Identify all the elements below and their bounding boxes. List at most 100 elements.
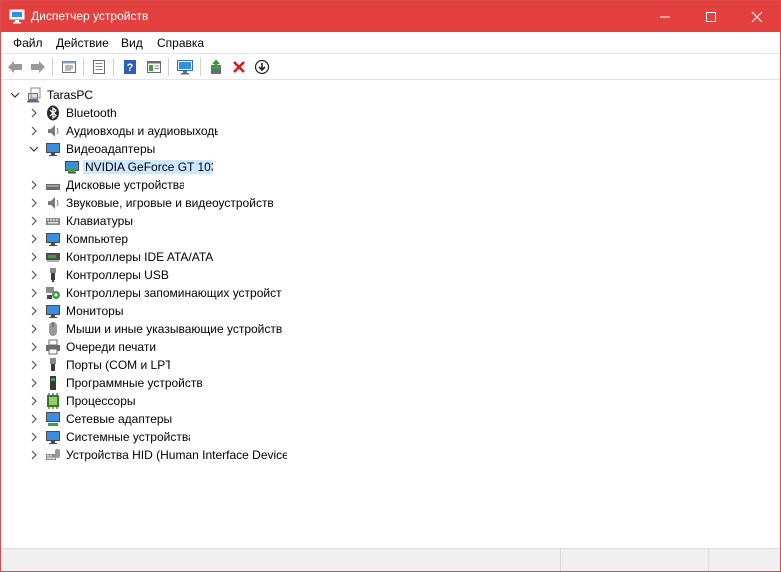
tree-item-network-adapters[interactable]: Сетевые адаптеры: [1, 410, 301, 428]
tree-item-bluetooth[interactable]: Bluetooth: [1, 104, 301, 122]
tree-item-computer[interactable]: Компьютер: [1, 230, 301, 248]
properties-button[interactable]: [59, 57, 79, 77]
tree-root[interactable]: TarasPC: [1, 86, 201, 104]
monitor-icon: [45, 303, 61, 319]
tree-item-keyboards[interactable]: Клавиатуры: [1, 212, 301, 230]
tree-item-label: Мониторы: [66, 304, 124, 318]
chevron-right-icon[interactable]: [28, 323, 40, 335]
tree-item-label: Сетевые адаптеры: [66, 412, 173, 426]
tree-root-label: TarasPC: [47, 88, 94, 102]
tree-item-mice[interactable]: Мыши и иные указывающие устройств: [1, 320, 301, 338]
printer-icon: [45, 339, 61, 355]
storage-controller-icon: [45, 285, 61, 301]
tree-item-label: Программные устройств: [66, 376, 203, 390]
toolbar: ?: [1, 54, 780, 80]
menu-file[interactable]: Файл: [13, 36, 43, 50]
chevron-right-icon[interactable]: [28, 233, 40, 245]
tree-item-sound-game-video[interactable]: Звуковые, игровые и видеоустройств: [1, 194, 301, 212]
tree-item-ide-controllers[interactable]: Контроллеры IDE ATA/ATA: [1, 248, 301, 266]
back-arrow-icon: [8, 61, 22, 73]
toolbar-separator: [52, 58, 53, 76]
tree-item-label: Видеоадаптеры: [66, 142, 156, 156]
scan-hardware-button[interactable]: [175, 57, 195, 77]
chevron-right-icon[interactable]: [28, 287, 40, 299]
tree-item-label: Контроллеры USB: [66, 268, 169, 282]
menu-action[interactable]: Действие: [56, 36, 109, 50]
menu-help[interactable]: Справка: [157, 36, 204, 50]
chevron-right-icon[interactable]: [28, 305, 40, 317]
system-device-icon: [45, 429, 61, 445]
sound-device-icon: [45, 195, 61, 211]
tree-item-nvidia-geforce[interactable]: NVIDIA GeForce GT 1030: [1, 158, 301, 176]
device-manager-window: Диспетчер устройств Файл Действие Вид Сп…: [0, 0, 781, 572]
details-view-button[interactable]: [144, 57, 164, 77]
tree-item-label: Порты (COM и LPT: [66, 358, 170, 372]
update-driver-icon: [211, 59, 221, 74]
ide-controller-icon: [45, 249, 61, 265]
status-separator: [708, 549, 709, 571]
tree-item-monitors[interactable]: Мониторы: [1, 302, 301, 320]
chevron-right-icon[interactable]: [28, 413, 40, 425]
menu-view[interactable]: Вид: [121, 36, 143, 50]
tree-item-storage-controllers[interactable]: Контроллеры запоминающих устройст: [1, 284, 301, 302]
toolbar-separator: [83, 58, 84, 76]
chevron-right-icon[interactable]: [28, 197, 40, 209]
chevron-right-icon[interactable]: [28, 431, 40, 443]
bluetooth-icon: [45, 105, 61, 121]
maximize-icon: [706, 11, 716, 22]
chevron-right-icon[interactable]: [28, 215, 40, 227]
device-manager-app-icon: [9, 9, 25, 24]
tree-item-processors[interactable]: Процессоры: [1, 392, 301, 410]
chevron-down-icon[interactable]: [28, 143, 40, 155]
chevron-right-icon[interactable]: [28, 251, 40, 263]
chevron-right-icon[interactable]: [28, 125, 40, 137]
display-adapter-icon: [45, 141, 61, 157]
chevron-right-icon[interactable]: [28, 359, 40, 371]
help-button[interactable]: ?: [120, 57, 140, 77]
tree-item-hid[interactable]: Устройства HID (Human Interface Devices: [1, 446, 301, 464]
keyboard-icon: [45, 213, 61, 229]
tree-item-label: Процессоры: [66, 394, 136, 408]
chevron-right-icon[interactable]: [28, 107, 40, 119]
tree-item-label: Контроллеры запоминающих устройст: [66, 286, 282, 300]
close-button[interactable]: [734, 1, 780, 32]
tree-item-audio-io[interactable]: Аудиовходы и аудиовыходь: [1, 122, 301, 140]
chevron-right-icon[interactable]: [28, 395, 40, 407]
processor-icon: [45, 393, 61, 409]
tree-item-display-adapters[interactable]: Видеоадаптеры: [1, 140, 301, 158]
list-view-button[interactable]: [89, 57, 109, 77]
list-view-icon: [93, 60, 105, 74]
tree-item-usb-controllers[interactable]: Контроллеры USB: [1, 266, 301, 284]
chevron-right-icon[interactable]: [28, 341, 40, 353]
menu-bar: Файл Действие Вид Справка: [1, 32, 780, 54]
tree-item-disk-drives[interactable]: Дисковые устройства: [1, 176, 301, 194]
maximize-button[interactable]: [688, 1, 734, 32]
chevron-right-icon[interactable]: [28, 269, 40, 281]
tree-item-label: Аудиовходы и аудиовыходь: [66, 124, 218, 138]
tree-item-system-devices[interactable]: Системные устройства: [1, 428, 301, 446]
tree-item-label: Bluetooth: [66, 106, 117, 120]
update-driver-button[interactable]: [206, 57, 226, 77]
download-circle-icon: [254, 59, 270, 75]
uninstall-device-button[interactable]: [229, 57, 249, 77]
mouse-icon: [45, 321, 61, 337]
computer-root-icon: [26, 87, 42, 103]
tree-item-ports[interactable]: Порты (COM и LPT: [1, 356, 301, 374]
forward-button[interactable]: [28, 57, 48, 77]
tree-item-label: Системные устройства: [66, 430, 190, 444]
tree-item-label: Компьютер: [66, 232, 129, 246]
tree-item-label: Устройства HID (Human Interface Devices: [66, 448, 287, 462]
chevron-right-icon[interactable]: [28, 449, 40, 461]
tree-item-print-queues[interactable]: Очереди печати: [1, 338, 301, 356]
tree-item-label: Дисковые устройства: [66, 178, 184, 192]
chevron-right-icon[interactable]: [28, 179, 40, 191]
monitor-scan-icon: [177, 60, 193, 75]
title-bar[interactable]: Диспетчер устройств: [1, 1, 780, 32]
download-button[interactable]: [252, 57, 272, 77]
minimize-button[interactable]: [642, 1, 688, 32]
chevron-right-icon[interactable]: [28, 377, 40, 389]
tree-item-software-devices[interactable]: Программные устройств: [1, 374, 301, 392]
toolbar-separator: [200, 58, 201, 76]
back-button[interactable]: [5, 57, 25, 77]
chevron-down-icon[interactable]: [9, 89, 21, 101]
